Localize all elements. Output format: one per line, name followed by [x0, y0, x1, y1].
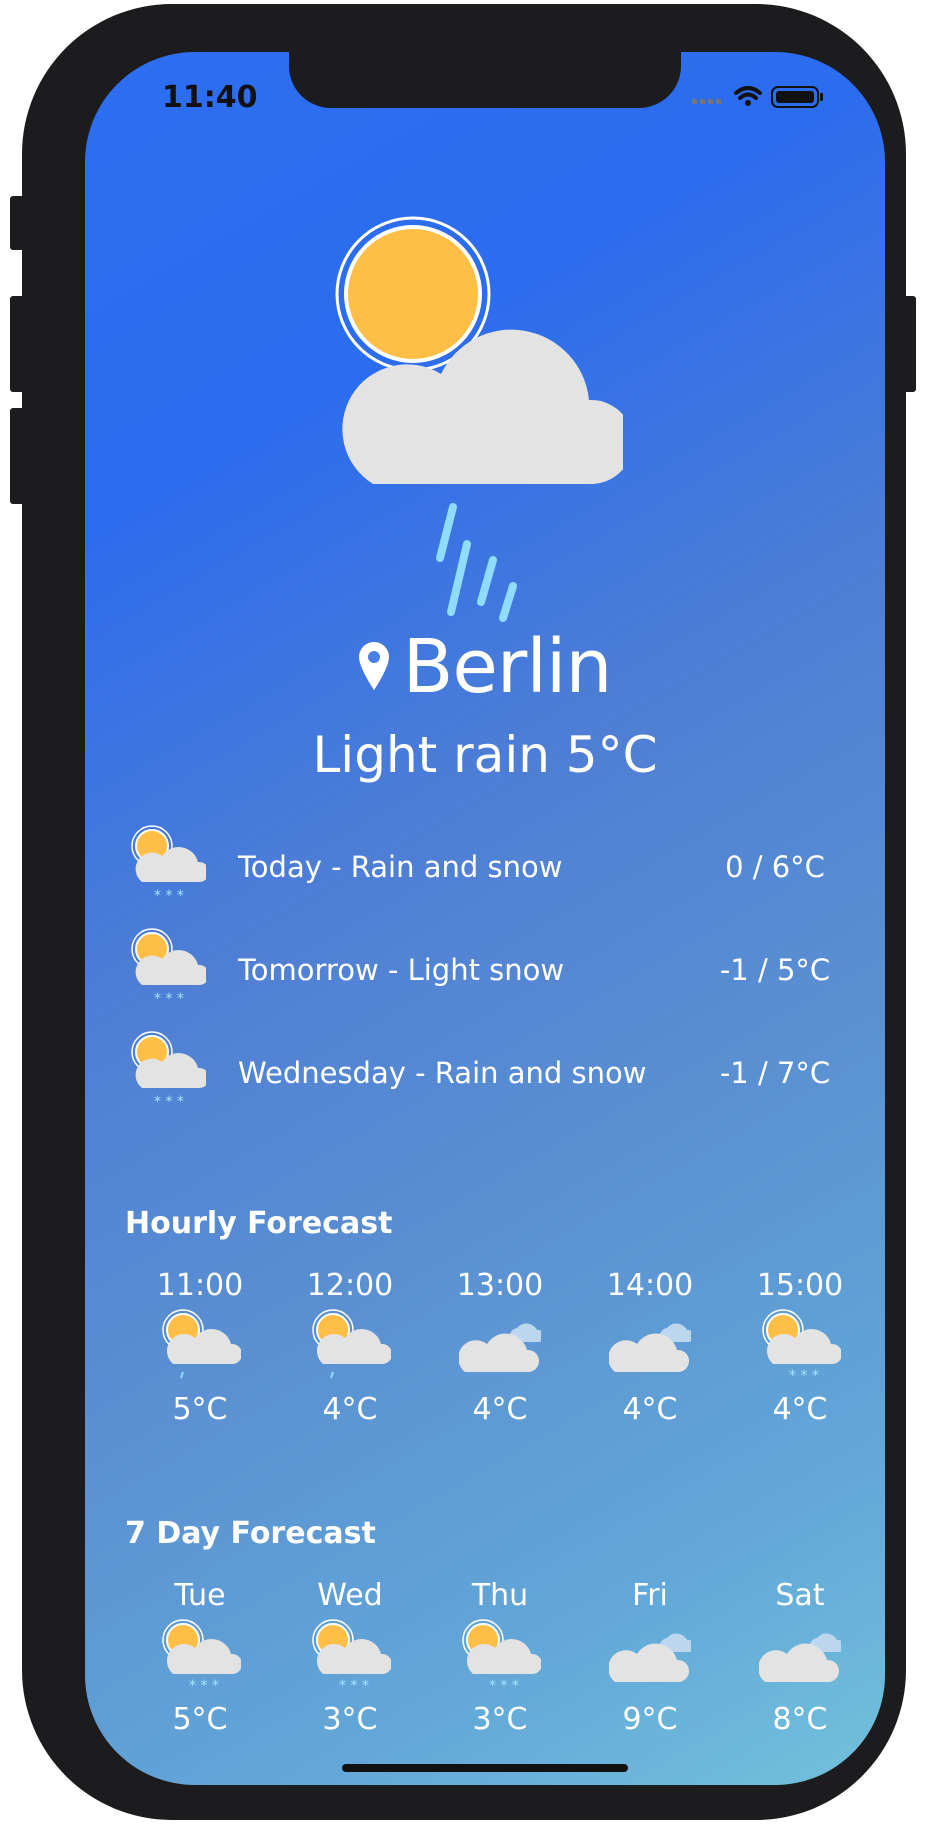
weekly-item[interactable]: Wed * * * 3°C	[275, 1574, 425, 1737]
sun-cloud-snow-icon: * * *	[131, 1031, 206, 1106]
day-temp: 8°C	[772, 1702, 828, 1737]
hourly-item[interactable]: 15:00 * * * 4°C	[725, 1264, 875, 1427]
daily-range: -1 / 7°C	[719, 1056, 831, 1090]
current-condition: Light rain 5°C	[312, 726, 658, 784]
hourly-forecast-title: Hourly Forecast	[125, 1206, 393, 1241]
hour-label: 11:00	[156, 1268, 244, 1303]
hourly-item[interactable]: 13:00 4°C	[425, 1264, 575, 1427]
daily-label: Wednesday - Rain and snow	[238, 1056, 647, 1090]
svg-text:* * *: * * *	[789, 1368, 819, 1380]
wifi-icon	[734, 86, 762, 106]
weekly-forecast-title: 7 Day Forecast	[125, 1516, 376, 1551]
sun-cloud-drizzle-icon	[312, 1309, 391, 1379]
phone-frame: 11:40 Berlin Light rain 5°C * * * Today …	[22, 4, 906, 1820]
sun-cloud-snow-icon: * * *	[131, 825, 206, 900]
weekly-item[interactable]: Thu * * * 3°C	[425, 1574, 575, 1737]
hour-label: 14:00	[606, 1268, 694, 1303]
cloudy-icon	[459, 1323, 541, 1372]
weekly-forecast-row: Tue * * * 5°C Wed * * * 3°C Thu * * * 3°…	[125, 1574, 875, 1737]
notch	[289, 52, 681, 108]
daily-row-wednesday[interactable]: * * * Wednesday - Rain and snow -1 / 7°C	[130, 1030, 850, 1133]
weekly-item[interactable]: Sat 8°C	[725, 1574, 875, 1737]
cloudy-icon	[609, 1323, 691, 1372]
daily-range: 0 / 6°C	[725, 850, 825, 884]
sun-cloud-drizzle-icon	[162, 1309, 241, 1379]
daily-label: Today - Rain and snow	[238, 850, 563, 884]
battery-icon	[771, 86, 823, 108]
hour-temp: 5°C	[172, 1392, 228, 1427]
svg-text:* * *: * * *	[189, 1678, 219, 1690]
day-label: Fri	[632, 1578, 668, 1613]
hour-temp: 4°C	[622, 1392, 678, 1427]
day-temp: 3°C	[322, 1702, 378, 1737]
day-temp: 3°C	[472, 1702, 528, 1737]
day-label: Sat	[775, 1578, 825, 1613]
daily-label: Tomorrow - Light snow	[238, 953, 565, 987]
day-temp: 9°C	[622, 1702, 678, 1737]
status-time: 11:40	[162, 80, 258, 115]
cloudy-icon	[759, 1633, 841, 1682]
home-indicator[interactable]	[342, 1764, 628, 1772]
daily-row-tomorrow[interactable]: * * * Tomorrow - Light snow -1 / 5°C	[130, 927, 850, 1030]
sun-cloud-snow-icon: * * *	[312, 1619, 391, 1690]
day-label: Thu	[471, 1578, 529, 1613]
sun-cloud-snow-icon: * * *	[162, 1619, 241, 1690]
day-label: Tue	[174, 1578, 226, 1613]
hour-temp: 4°C	[772, 1392, 828, 1427]
hour-temp: 4°C	[472, 1392, 528, 1427]
weekly-item[interactable]: Fri 9°C	[575, 1574, 725, 1737]
location-pin-icon	[358, 642, 389, 690]
sun-cloud-snow-icon: * * *	[462, 1619, 541, 1690]
hour-temp: 4°C	[322, 1392, 378, 1427]
sun-cloud-snow-icon: * * *	[131, 928, 206, 1003]
sun-cloud-rain-icon	[335, 216, 623, 622]
location-header: Berlin	[85, 624, 885, 714]
cloudy-icon	[609, 1633, 691, 1682]
hour-label: 15:00	[756, 1268, 844, 1303]
day-temp: 5°C	[172, 1702, 228, 1737]
cellular-signal-icon	[692, 99, 721, 104]
hourly-item[interactable]: 14:00 4°C	[575, 1264, 725, 1427]
weekly-item[interactable]: Tue * * * 5°C	[125, 1574, 275, 1737]
city-name: Berlin	[402, 624, 613, 710]
hourly-item[interactable]: 12:00 4°C	[275, 1264, 425, 1427]
hourly-forecast-row: 11:00 5°C 12:00 4°C 13:00 4°C 14:00 4°C …	[125, 1264, 875, 1427]
sun-cloud-snow-icon: * * *	[762, 1309, 841, 1380]
day-label: Wed	[317, 1578, 383, 1613]
hour-label: 13:00	[456, 1268, 544, 1303]
hour-label: 12:00	[306, 1268, 394, 1303]
app-screen: 11:40 Berlin Light rain 5°C * * * Today …	[85, 52, 885, 1785]
daily-range: -1 / 5°C	[719, 953, 831, 987]
daily-row-today[interactable]: * * * Today - Rain and snow 0 / 6°C	[130, 824, 850, 927]
daily-forecast-list: * * * Today - Rain and snow 0 / 6°C * * …	[130, 824, 850, 1133]
status-icons	[692, 86, 823, 108]
svg-text:* * *: * * *	[154, 991, 184, 1003]
svg-text:* * *: * * *	[154, 1094, 184, 1106]
svg-text:* * *: * * *	[339, 1678, 369, 1690]
hourly-item[interactable]: 11:00 5°C	[125, 1264, 275, 1427]
svg-text:* * *: * * *	[489, 1678, 519, 1690]
svg-text:* * *: * * *	[154, 888, 184, 900]
